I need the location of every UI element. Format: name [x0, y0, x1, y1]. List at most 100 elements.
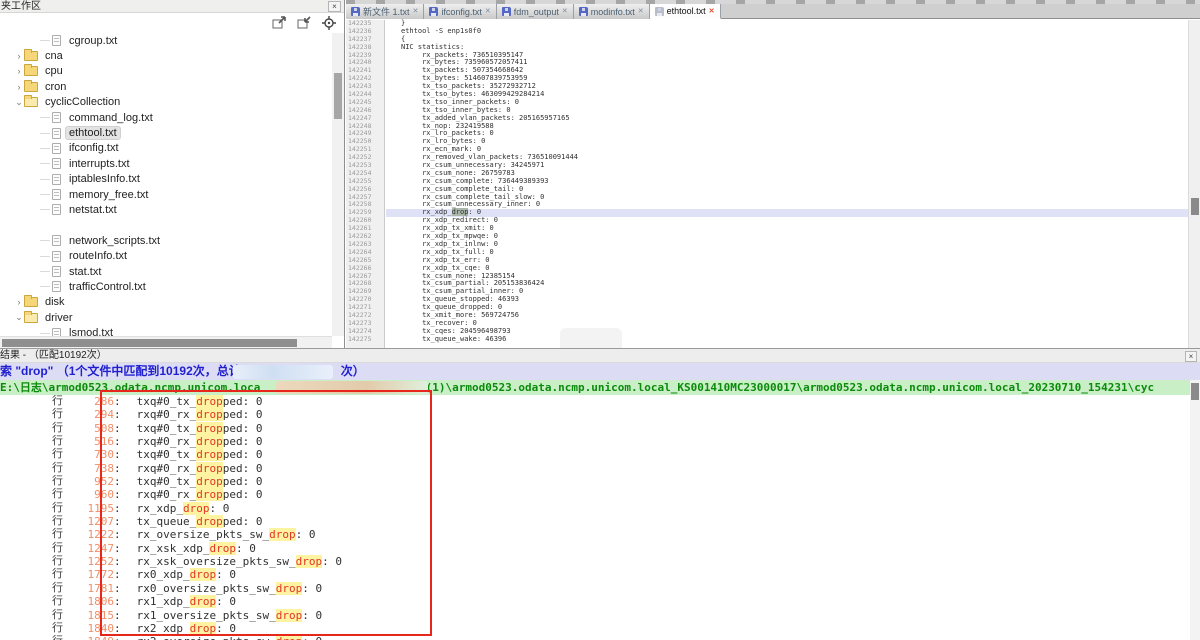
tree-folder-row[interactable]: ›cna	[0, 48, 332, 63]
tree-connector-line	[40, 194, 50, 195]
tab-fdm_output[interactable]: fdm_output✕	[497, 4, 574, 19]
editor-body[interactable]: 1422351422361422371422381422391422401422…	[346, 19, 1200, 348]
close-icon[interactable]: ✕	[485, 7, 491, 16]
tree-file-row[interactable]: trafficControl.txt	[0, 279, 332, 294]
result-file-path[interactable]: E:\日志\armod0523.odata.ncmp.unicom.locaar…	[0, 380, 1190, 395]
search-result-row[interactable]: 行1772:rx0_xdp_drop: 0	[0, 568, 1190, 581]
chevron-right-icon[interactable]: ›	[14, 297, 24, 307]
editor-line: tx_xmit_more: 569724756	[386, 312, 1188, 320]
result-line-number: 1195	[68, 502, 114, 515]
result-colon: :	[114, 622, 121, 635]
editor-text-area[interactable]: }ethtool -S enp1s0f0{NIC statistics: rx_…	[386, 20, 1188, 348]
collapse-all-icon[interactable]	[297, 16, 312, 32]
tree-folder-row[interactable]: ⌄driver	[0, 310, 332, 325]
search-result-row[interactable]: 行1849:rx2_oversize_pkts_sw_drop: 0	[0, 635, 1190, 640]
tree-file-row[interactable]: netstat.txt	[0, 202, 332, 217]
match-highlight: drop	[276, 582, 303, 595]
match-highlight: drop	[196, 395, 223, 408]
search-result-row[interactable]: 行294:rxq#0_rx_dropped: 0	[0, 408, 1190, 421]
line-number: 142275	[346, 336, 384, 344]
search-result-row[interactable]: 行952:txq#0_tx_dropped: 0	[0, 475, 1190, 488]
workspace-horizontal-scrollbar[interactable]	[0, 336, 332, 348]
search-result-row[interactable]: 行286:txq#0_tx_dropped: 0	[0, 395, 1190, 408]
editor-line: rx_xdp_tx_mpwqe: 0	[386, 233, 1188, 241]
tree-file-row[interactable]: iptablesInfo.txt	[0, 172, 332, 187]
tab-modinfo.txt[interactable]: modinfo.txt✕	[574, 4, 650, 19]
tree-file-row[interactable]: stat.txt	[0, 264, 332, 279]
tab-新文件 1.txt[interactable]: 新文件 1.txt✕	[346, 4, 424, 19]
tree-file-row[interactable]: ifconfig.txt	[0, 141, 332, 156]
search-result-row[interactable]: 行960:rxq#0_rx_dropped: 0	[0, 488, 1190, 501]
tree-file-row[interactable]: lsmod.txt	[0, 325, 332, 336]
current-editor-line: rx_xdp_drop: 0	[386, 209, 1188, 217]
tree-file-row[interactable]: command_log.txt	[0, 110, 332, 125]
search-result-row[interactable]: 行508:txq#0_tx_dropped: 0	[0, 422, 1190, 435]
search-result-row[interactable]: 行1815:rx1_oversize_pkts_sw_drop: 0	[0, 609, 1190, 622]
scrollbar-thumb[interactable]	[334, 73, 342, 119]
tree-folder-row[interactable]: ›cpu	[0, 64, 332, 79]
tree-folder-row[interactable]: ⌄cyclicCollection	[0, 95, 332, 110]
locate-file-icon[interactable]	[322, 16, 336, 32]
file-icon	[52, 235, 61, 246]
close-icon[interactable]: ✕	[562, 7, 568, 16]
match-highlight: drop	[190, 595, 217, 608]
workspace-close-button[interactable]: ×	[328, 1, 341, 12]
search-result-row[interactable]: 行1207:tx_queue_dropped: 0	[0, 515, 1190, 528]
match-highlight: drop	[196, 515, 223, 528]
tree-connector-line	[40, 240, 50, 241]
scrollbar-thumb[interactable]	[2, 339, 297, 347]
result-text: rx0_xdp_drop: 0	[137, 568, 236, 581]
expand-all-icon[interactable]	[272, 16, 287, 32]
search-result-row[interactable]: 行1247:rx_xsk_xdp_drop: 0	[0, 542, 1190, 555]
search-result-row[interactable]: 行730:txq#0_tx_dropped: 0	[0, 448, 1190, 461]
scrollbar-thumb[interactable]	[1191, 383, 1199, 400]
result-line-label: 行	[52, 408, 68, 421]
close-icon[interactable]: ✕	[709, 7, 715, 16]
chevron-right-icon[interactable]: ›	[14, 51, 24, 61]
tree-file-row[interactable]: cgroup.txt	[0, 33, 332, 48]
workspace-vertical-scrollbar[interactable]	[332, 33, 344, 336]
close-icon[interactable]: ✕	[638, 7, 644, 16]
result-line-label: 行	[52, 609, 68, 622]
tree-connector-line	[40, 40, 50, 41]
search-result-row[interactable]: 行738:rxq#0_rx_dropped: 0	[0, 462, 1190, 475]
editor-vertical-scrollbar[interactable]	[1188, 20, 1200, 348]
tree-file-row[interactable]: ethtool.txt	[0, 125, 332, 140]
tree-file-row[interactable]: network_scripts.txt	[0, 233, 332, 248]
tree-folder-row[interactable]: ›disk	[0, 295, 332, 310]
tab-bar: 新文件 1.txt✕ifconfig.txt✕fdm_output✕modinf…	[346, 4, 1200, 19]
chevron-right-icon[interactable]: ›	[14, 66, 24, 76]
match-highlight: drop	[296, 555, 323, 568]
tab-label: modinfo.txt	[591, 7, 635, 17]
search-result-row[interactable]: 行1252:rx_xsk_oversize_pkts_sw_drop: 0	[0, 555, 1190, 568]
search-result-row[interactable]: 行1781:rx0_oversize_pkts_sw_drop: 0	[0, 582, 1190, 595]
results-close-button[interactable]: ×	[1185, 351, 1197, 362]
tree-file-row[interactable]: interrupts.txt	[0, 156, 332, 171]
search-result-row[interactable]: 行1806:rx1_xdp_drop: 0	[0, 595, 1190, 608]
editor-line: tx_added_vlan_packets: 205165957165	[386, 115, 1188, 123]
tab-ethtool.txt[interactable]: ethtool.txt✕	[650, 4, 721, 19]
match-highlight: drop	[196, 448, 223, 461]
tree-folder-row[interactable]: ›cron	[0, 79, 332, 94]
result-text: rx1_xdp_drop: 0	[137, 595, 236, 608]
result-text: txq#0_tx_dropped: 0	[137, 422, 263, 435]
result-line-number: 1222	[68, 528, 114, 541]
search-result-row[interactable]: 行1840:rx2_xdp_drop: 0	[0, 622, 1190, 635]
tree-connector-line	[40, 286, 50, 287]
result-text: rx_oversize_pkts_sw_drop: 0	[137, 528, 316, 541]
close-icon[interactable]: ✕	[413, 7, 419, 16]
scrollbar-thumb[interactable]	[1191, 198, 1199, 215]
chevron-down-icon[interactable]: ⌄	[14, 97, 24, 108]
search-result-row[interactable]: 行1222:rx_oversize_pkts_sw_drop: 0	[0, 528, 1190, 541]
chevron-right-icon[interactable]: ›	[14, 82, 24, 92]
result-line-label: 行	[52, 595, 68, 608]
search-result-row[interactable]: 行1195:rx_xdp_drop: 0	[0, 502, 1190, 515]
results-vertical-scrollbar[interactable]	[1190, 380, 1200, 640]
result-text: txq#0_tx_dropped: 0	[137, 448, 263, 461]
tree-connector-line	[40, 333, 50, 334]
chevron-down-icon[interactable]: ⌄	[14, 312, 24, 323]
search-result-row[interactable]: 行516:rxq#0_rx_dropped: 0	[0, 435, 1190, 448]
tree-file-row[interactable]: routeInfo.txt	[0, 248, 332, 263]
tree-file-row[interactable]: memory_free.txt	[0, 187, 332, 202]
tab-ifconfig.txt[interactable]: ifconfig.txt✕	[424, 4, 496, 19]
